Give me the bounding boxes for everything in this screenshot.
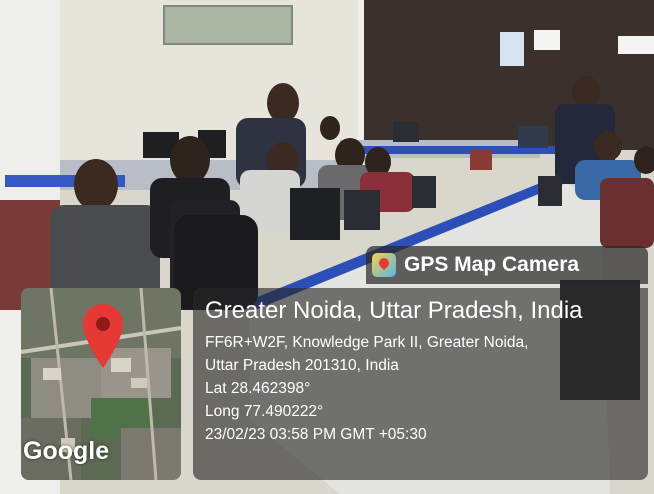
city-line: Greater Noida, Uttar Pradesh, India — [205, 297, 583, 324]
map-thumbnail: Google — [21, 288, 181, 480]
photo-frame: GPS Map Camera Google Greater Noida, Utt — [0, 0, 654, 494]
google-attribution: Google — [23, 437, 110, 465]
address-line-2: Uttar Pradesh 201310, India — [205, 357, 399, 374]
longitude: Long 77.490222° — [205, 403, 324, 420]
app-name: GPS Map Camera — [404, 253, 580, 276]
app-badge: GPS Map Camera — [366, 246, 648, 284]
gps-map-camera-app-icon — [372, 253, 396, 277]
location-info-panel: Greater Noida, Uttar Pradesh, India FF6R… — [193, 288, 648, 480]
address-line-1: FF6R+W2F, Knowledge Park II, Greater Noi… — [205, 334, 529, 351]
map-pin-icon — [83, 304, 123, 368]
latitude: Lat 28.462398° — [205, 380, 311, 397]
date-time: 23/02/23 03:58 PM GMT +05:30 — [205, 426, 427, 443]
